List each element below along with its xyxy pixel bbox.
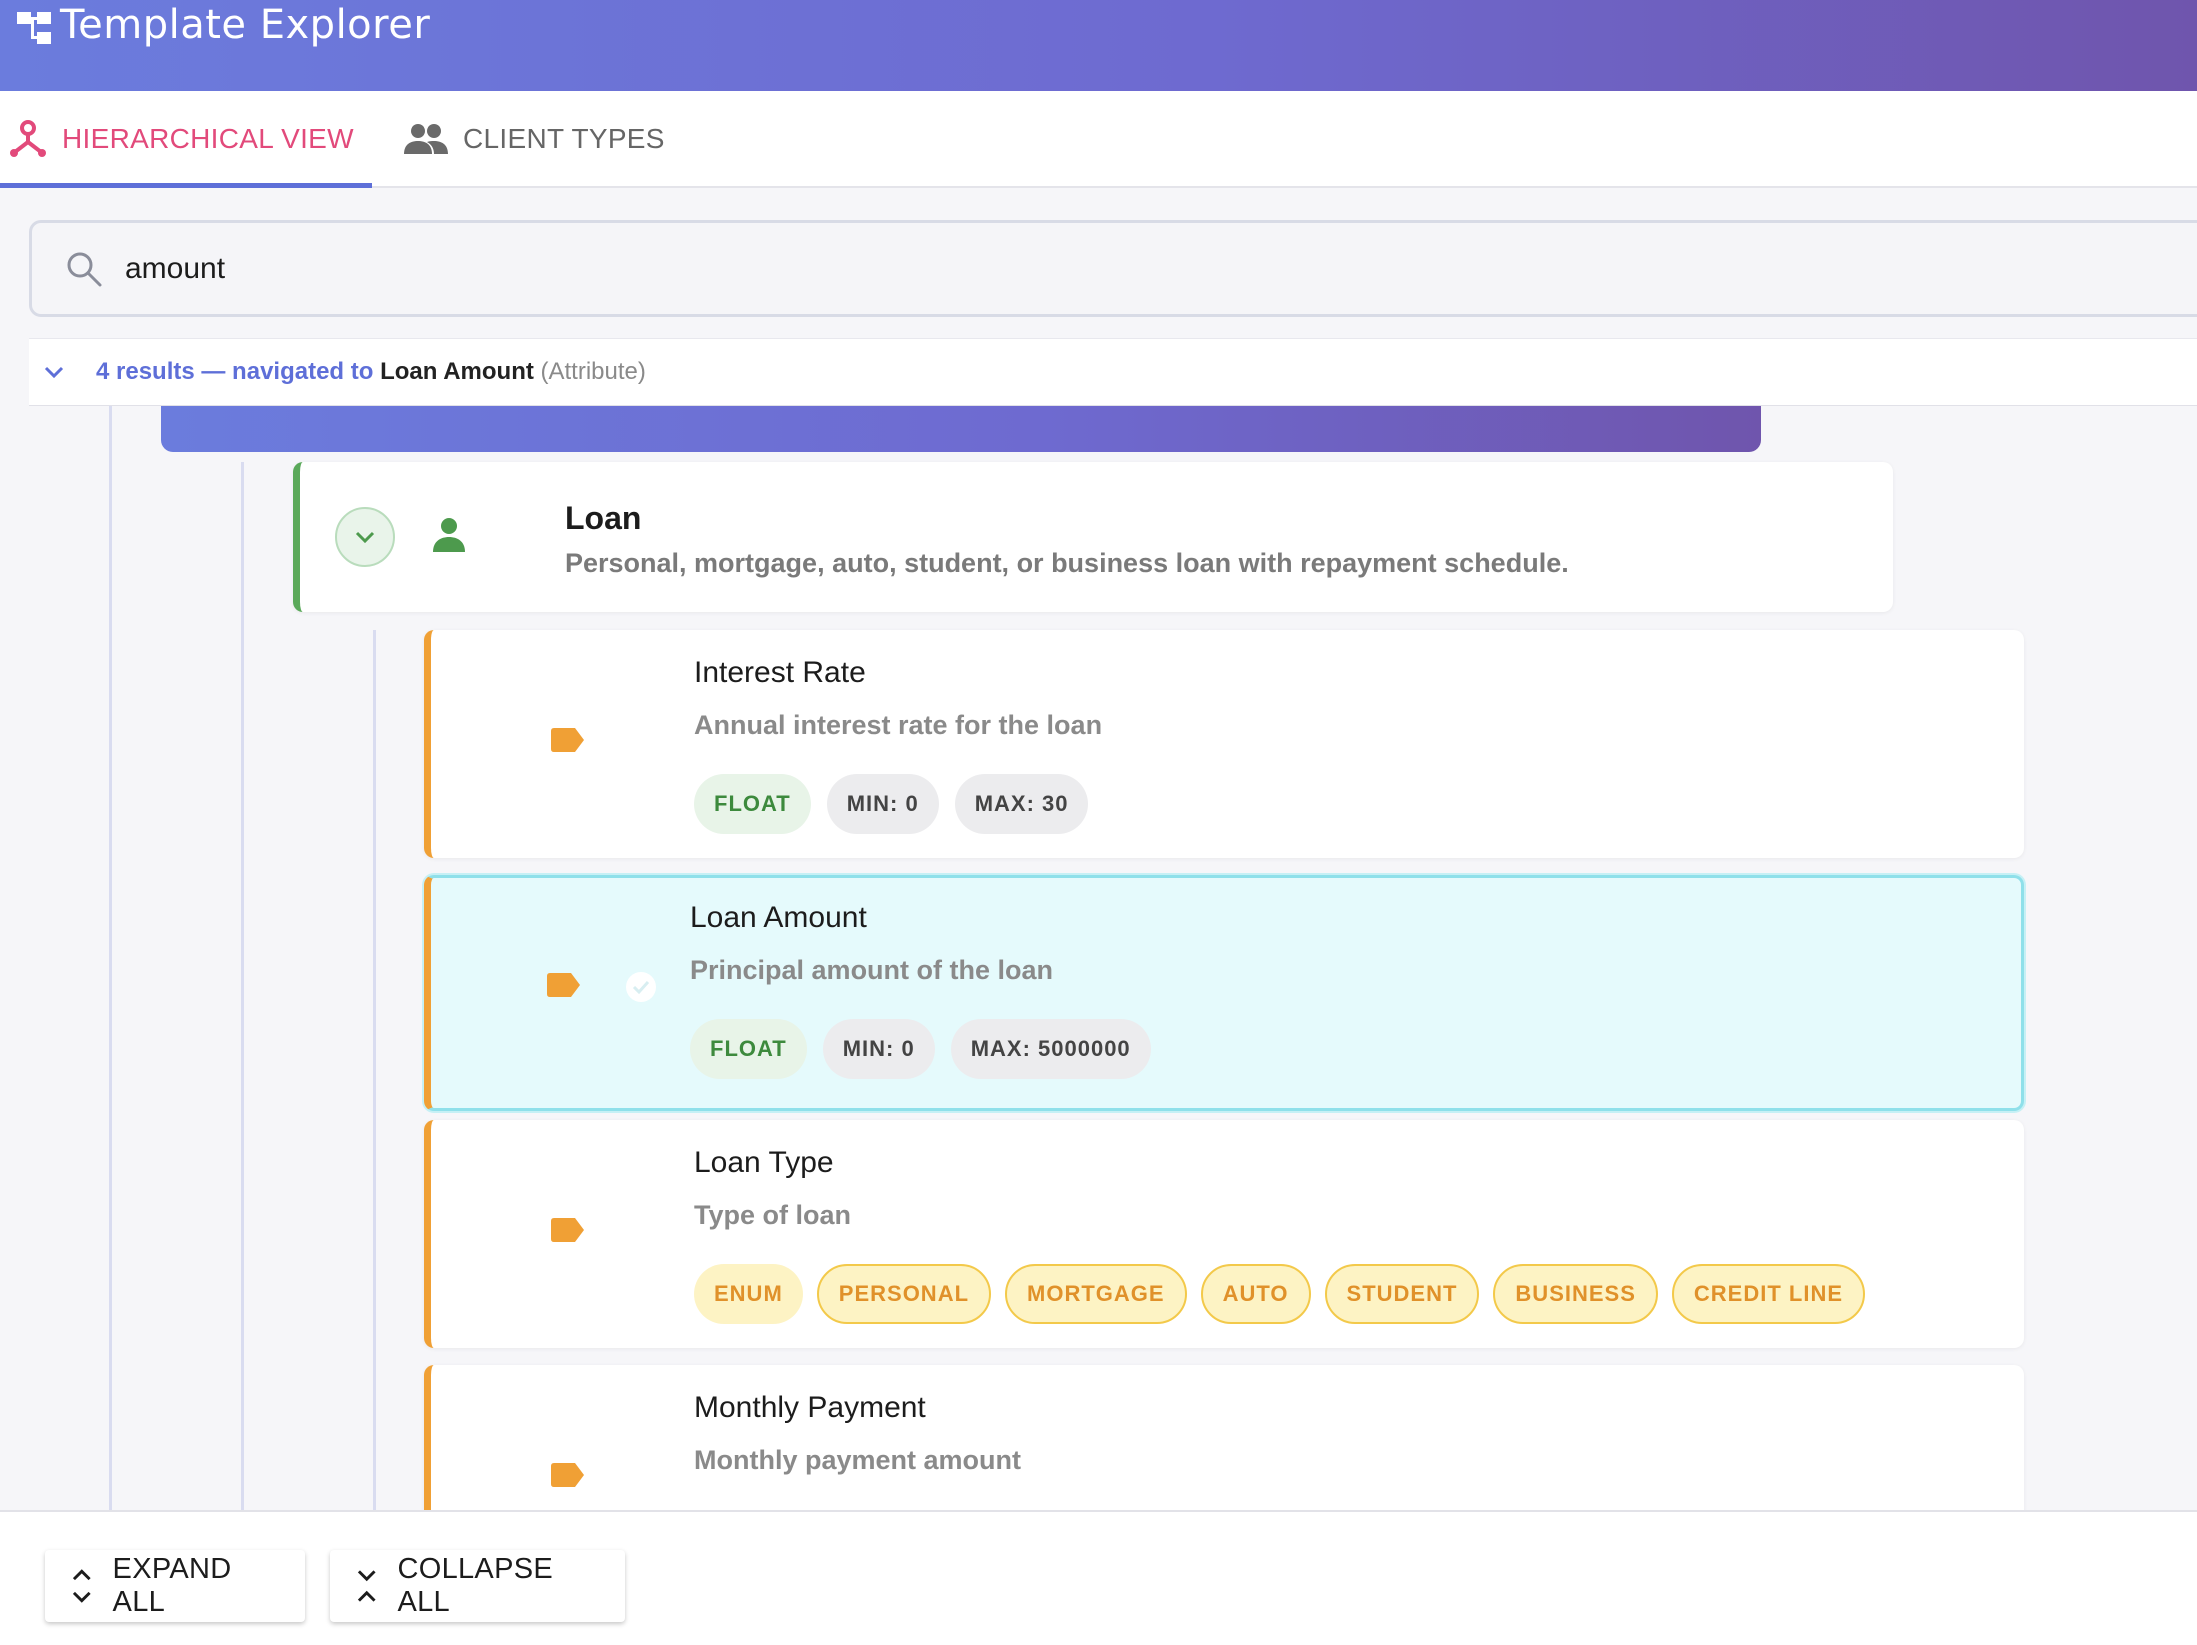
people-icon [404,123,448,154]
results-target-link[interactable]: Loan Amount [380,358,534,385]
attribute-card-loan-amount[interactable]: Loan Amount Principal amount of the loan… [424,875,2024,1111]
attribute-card-monthly-payment[interactable]: Monthly Payment Monthly payment amount [424,1365,2024,1510]
results-text: 4 results — navigated to Loan Amount (At… [96,358,646,386]
card-title: Loan [565,500,642,536]
attribute-title: Loan Amount [690,901,867,934]
attribute-chips: FLOAT MIN: 0 MAX: 30 [694,774,1089,834]
chevron-down-icon [44,366,64,379]
attribute-chips: FLOAT MIN: 0 MAX: 5000000 [690,1019,1151,1079]
client-type-card-loan[interactable]: Loan Personal, mortgage, auto, student, … [293,462,1893,612]
chevron-down-icon [355,531,375,544]
label-tag-icon [551,728,584,752]
tree-guide-line [241,462,244,1510]
hierarchy-icon [10,119,46,157]
person-icon [433,518,465,552]
label-tag-icon [547,973,580,997]
results-toggle-button[interactable] [34,352,74,392]
tree-guide-line [373,630,376,1510]
enum-option-chip: AUTO [1200,1264,1311,1324]
tab-client-types[interactable]: CLIENT TYPES [403,91,665,186]
bottom-toolbar: EXPAND ALL COLLAPSE ALL [0,1510,2197,1645]
expand-all-button[interactable]: EXPAND ALL [45,1550,305,1622]
results-navigated-label: — navigated to [201,358,374,385]
tree-guide-line [109,406,112,1510]
unfold-more-icon [72,1569,91,1603]
selected-check-icon [626,972,656,1002]
attribute-description: Monthly payment amount [694,1445,1022,1475]
card-description: Personal, mortgage, auto, student, or bu… [565,548,1569,578]
enum-option-chip: CREDIT LINE [1671,1264,1866,1324]
search-box [29,220,2197,317]
results-count: 4 results [96,358,195,385]
max-chip: MAX: 5000000 [950,1019,1151,1079]
search-input[interactable] [125,245,1625,293]
attribute-card-loan-type[interactable]: Loan Type Type of loan ENUM PERSONAL MOR… [424,1120,2024,1348]
tab-label: CLIENT TYPES [463,122,665,154]
type-chip: FLOAT [694,774,811,834]
min-chip: MIN: 0 [822,1019,935,1079]
collapse-all-button[interactable]: COLLAPSE ALL [330,1550,625,1622]
category-header-banner[interactable] [161,406,1761,452]
tab-hierarchical-view[interactable]: HIERARCHICAL VIEW [0,91,372,188]
attribute-title: Monthly Payment [694,1391,926,1424]
attribute-title: Interest Rate [694,656,866,689]
max-chip: MAX: 30 [954,774,1089,834]
attribute-description: Annual interest rate for the loan [694,710,1103,740]
enum-option-chip: PERSONAL [816,1264,992,1324]
tree-view: Loan Personal, mortgage, auto, student, … [0,406,2197,1510]
attribute-description: Principal amount of the loan [690,955,1054,985]
type-chip: FLOAT [690,1019,807,1079]
tab-bar: HIERARCHICAL VIEW CLIENT TYPES [0,91,2197,188]
attribute-title: Loan Type [694,1146,834,1179]
attribute-chips: ENUM PERSONAL MORTGAGE AUTO STUDENT BUSI… [694,1264,1866,1324]
app-bar: Template Explorer [0,0,2197,91]
label-tag-icon [551,1463,584,1487]
expand-all-label: EXPAND ALL [112,1553,232,1618]
hierarchy-logo-icon [17,12,51,44]
enum-option-chip: STUDENT [1324,1264,1480,1324]
label-tag-icon [551,1218,584,1242]
attribute-description: Type of loan [694,1200,852,1230]
tab-label: HIERARCHICAL VIEW [62,122,354,154]
search-results-summary: 4 results — navigated to Loan Amount (At… [29,338,2197,406]
collapse-toggle-button[interactable] [335,507,395,567]
type-chip: ENUM [694,1264,803,1324]
enum-option-chip: MORTGAGE [1005,1264,1187,1324]
collapse-all-label: COLLAPSE ALL [397,1553,553,1618]
enum-option-chip: BUSINESS [1493,1264,1658,1324]
search-icon [67,252,102,287]
unfold-less-icon [357,1570,376,1602]
app-title: Template Explorer [60,2,431,48]
results-target-kind: (Attribute) [540,358,646,385]
min-chip: MIN: 0 [826,774,939,834]
attribute-card-interest-rate[interactable]: Interest Rate Annual interest rate for t… [424,630,2024,858]
